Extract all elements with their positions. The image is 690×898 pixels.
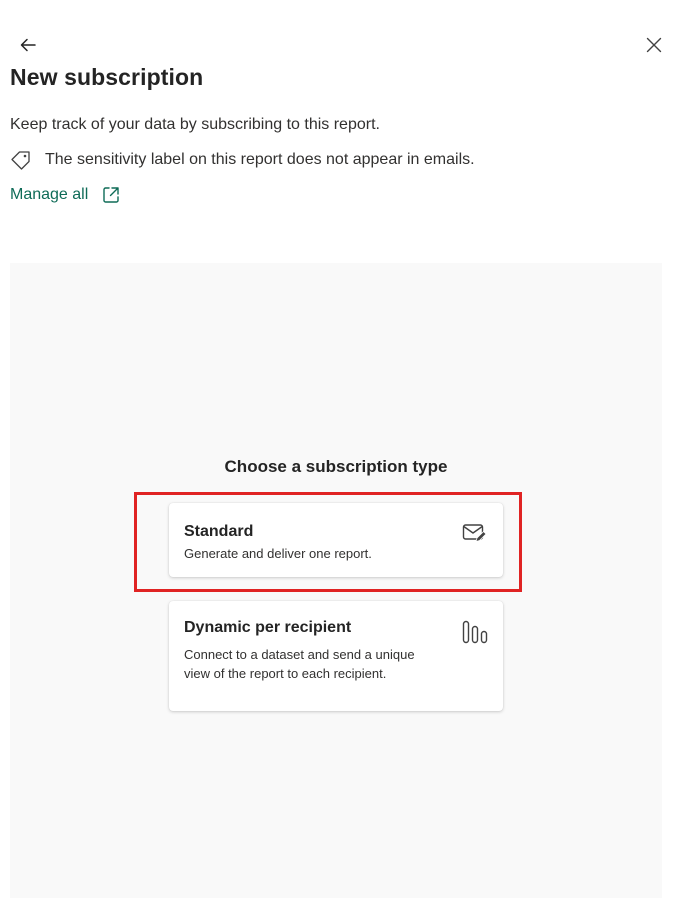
sensitivity-note: The sensitivity label on this report doe… bbox=[10, 149, 475, 171]
data-bars-icon bbox=[461, 619, 489, 645]
page-title: New subscription bbox=[10, 64, 204, 90]
sensitivity-note-text: The sensitivity label on this report doe… bbox=[45, 151, 475, 168]
close-button[interactable] bbox=[640, 32, 668, 58]
option-description: Generate and deliver one report. bbox=[184, 546, 372, 561]
new-subscription-panel: New subscription Keep track of your data… bbox=[0, 0, 690, 898]
manage-all-label: Manage all bbox=[10, 186, 89, 203]
tag-icon bbox=[10, 149, 34, 171]
manage-all-link[interactable]: Manage all bbox=[10, 185, 121, 205]
option-title: Standard bbox=[184, 523, 254, 540]
arrow-left-icon bbox=[20, 38, 36, 52]
back-button[interactable] bbox=[14, 32, 42, 58]
close-icon bbox=[646, 37, 662, 53]
mail-edit-icon bbox=[461, 521, 489, 547]
option-description: Connect to a dataset and send a unique v… bbox=[184, 647, 415, 681]
subscription-description: Keep track of your data by subscribing t… bbox=[10, 116, 380, 133]
subscription-type-area: Choose a subscription type Standard Gene… bbox=[10, 263, 662, 898]
standard-subscription-option[interactable]: Standard Generate and deliver one report… bbox=[169, 503, 503, 577]
open-external-icon bbox=[101, 185, 121, 205]
subscription-type-heading: Choose a subscription type bbox=[224, 457, 448, 476]
option-title: Dynamic per recipient bbox=[184, 619, 352, 636]
dynamic-per-recipient-option[interactable]: Dynamic per recipient Connect to a datas… bbox=[169, 601, 503, 711]
